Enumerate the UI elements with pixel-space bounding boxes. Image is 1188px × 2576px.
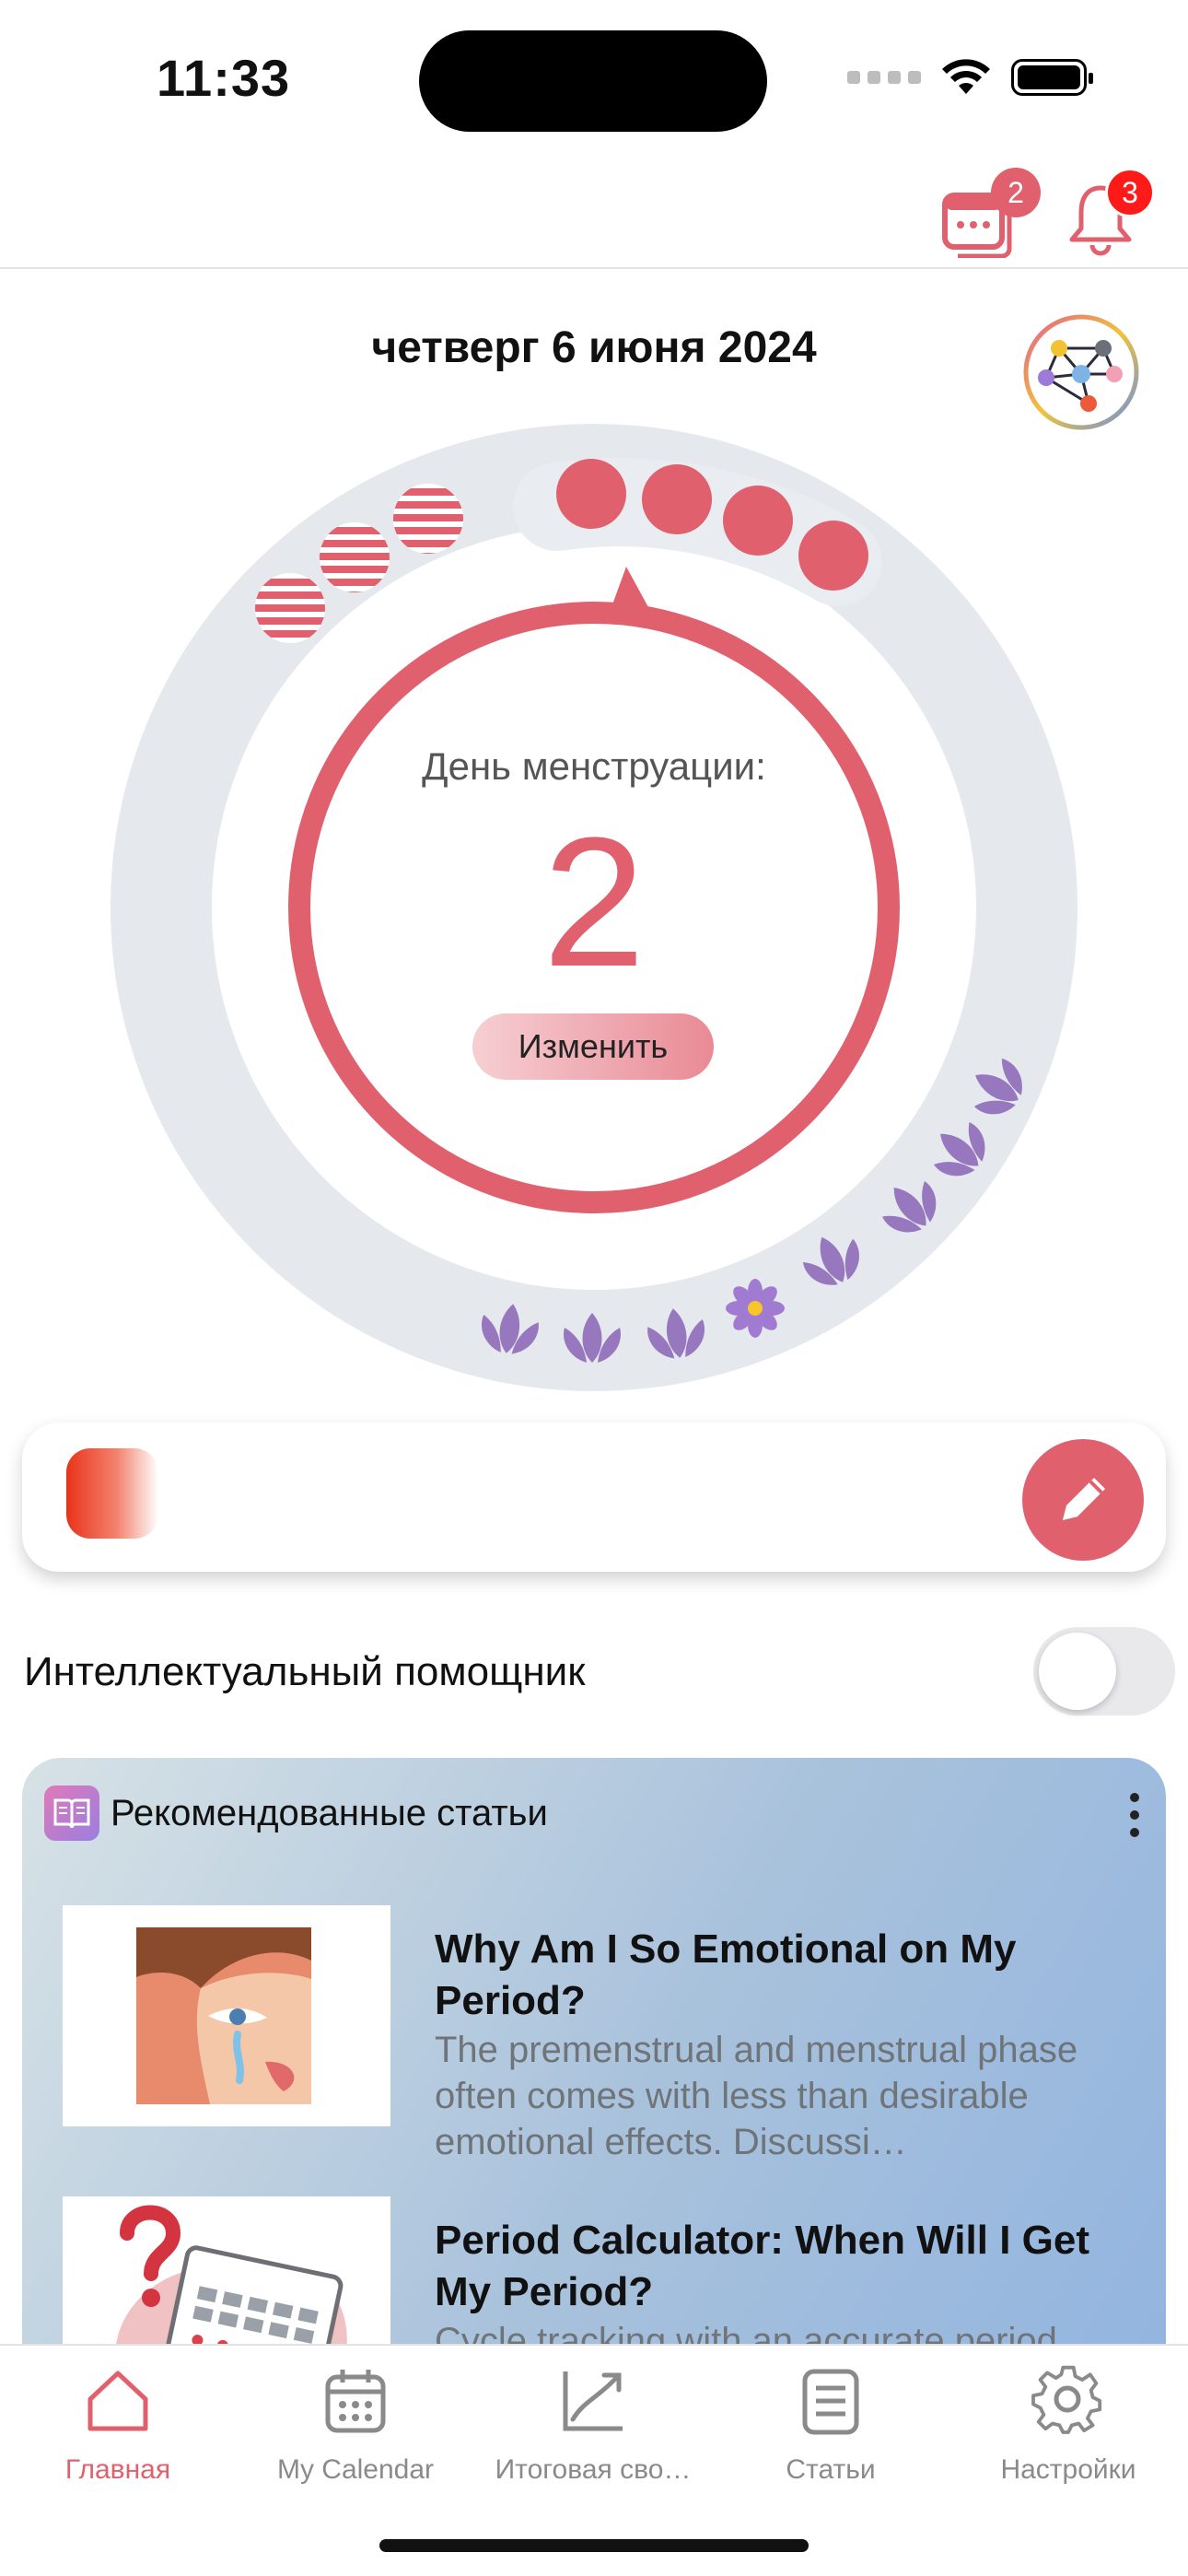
cycle-phase-label: День менструации:	[422, 744, 766, 788]
article-thumbnail	[63, 1905, 390, 2126]
article-title: Period Calculator: When Will I Get My Pe…	[435, 2218, 1090, 2314]
cellular-signal-icon	[847, 71, 921, 84]
book-icon	[44, 1786, 99, 1841]
cycle-day-number: 2	[542, 800, 646, 1005]
top-action-bar: 2 3	[0, 147, 1188, 269]
settings-icon	[1031, 2365, 1102, 2434]
article-description: The premenstrual and menstrual phase oft…	[435, 2030, 1078, 2162]
calendar-badge: 2	[991, 168, 1041, 217]
toggle-knob	[1039, 1633, 1116, 1710]
home-icon	[87, 2371, 148, 2431]
tab-label: Главная	[64, 2454, 171, 2485]
edit-button[interactable]	[1022, 1439, 1144, 1561]
tab-home[interactable]: Главная	[7, 2364, 228, 2512]
pencil-icon	[1063, 1478, 1105, 1520]
flow-indicator	[66, 1448, 158, 1539]
article-item[interactable]: Why Am I So Emotional on My Period? The …	[63, 1905, 1149, 2162]
ai-assistant-logo-icon[interactable]	[1022, 313, 1140, 431]
tab-summary[interactable]: Итоговая сво…	[483, 2364, 704, 2512]
assistant-toggle[interactable]	[1033, 1627, 1175, 1715]
current-date: четверг 6 июня 2024	[371, 323, 817, 372]
tab-my-calendar[interactable]: My Calendar	[245, 2364, 466, 2512]
symptom-card[interactable]	[22, 1423, 1166, 1572]
tab-label: Статьи	[786, 2454, 876, 2485]
more-options-icon[interactable]	[1125, 1793, 1144, 1837]
assistant-label: Интеллектуальный помощник	[24, 1649, 586, 1694]
calendar-icon	[325, 2370, 386, 2433]
tab-settings[interactable]: Настройки	[958, 2364, 1179, 2512]
calendar-reminders-button[interactable]: 2	[936, 168, 1041, 259]
tab-label: My Calendar	[276, 2454, 435, 2485]
wifi-icon	[942, 59, 990, 94]
status-time: 11:33	[157, 49, 291, 107]
home-indicator	[379, 2539, 809, 2552]
tab-label: Настройки	[1000, 2454, 1136, 2485]
notifications-badge: 3	[1105, 168, 1155, 217]
battery-icon	[1011, 59, 1093, 96]
tab-label: Итоговая сво…	[495, 2454, 692, 2485]
status-bar: 11:33	[0, 0, 1188, 147]
tab-articles[interactable]: Статьи	[720, 2364, 941, 2512]
articles-icon	[802, 2369, 859, 2435]
change-button[interactable]: Изменить	[472, 1013, 714, 1080]
status-icons	[847, 57, 1093, 98]
dynamic-island	[419, 30, 767, 132]
articles-title: Рекомендованные статьи	[111, 1793, 548, 1833]
article-title: Why Am I So Emotional on My Period?	[435, 1926, 1017, 2023]
assistant-row: Интеллектуальный помощник	[24, 1627, 1175, 1719]
notifications-button[interactable]: 3	[1059, 168, 1155, 258]
chart-icon	[563, 2371, 623, 2431]
